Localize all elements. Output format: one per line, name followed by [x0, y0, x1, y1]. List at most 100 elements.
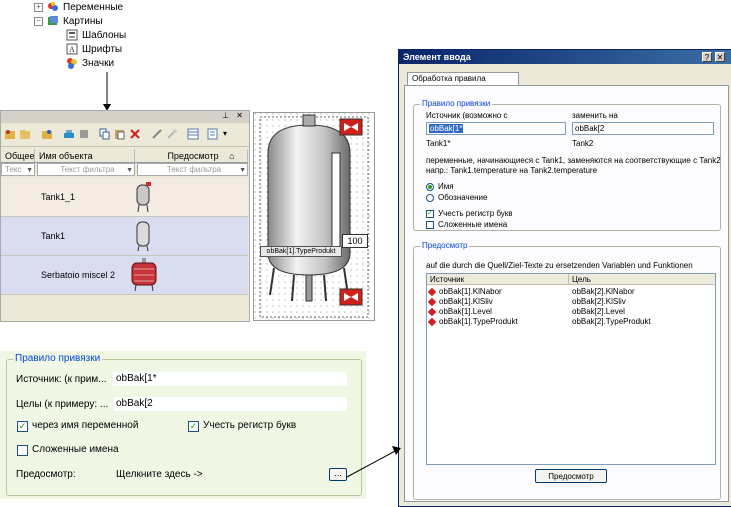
filter-icon[interactable]: ▼ — [26, 165, 33, 177]
level-value[interactable]: 100 — [342, 234, 368, 248]
target-field[interactable]: obBak[2 — [113, 397, 347, 411]
filter-icon[interactable]: ▼ — [239, 165, 246, 177]
tree-item-pictures[interactable]: − Картины — [34, 14, 103, 28]
preview-button[interactable]: Предосмотр — [535, 469, 607, 483]
radio-designation[interactable] — [426, 194, 434, 202]
connector-arrow — [346, 446, 401, 478]
preview-group: Предосмотр auf die durch die Quell/Ziel-… — [413, 241, 721, 500]
tab-binding-rule[interactable]: Обработка правила привязки — [407, 72, 519, 95]
variable-icon — [427, 297, 437, 307]
tab-page: Правило привязки Источник (возможно с за… — [404, 85, 729, 502]
list-item-source: obBak[1].TypeProdukt — [439, 317, 518, 326]
wand-icon[interactable] — [166, 128, 178, 140]
delete-icon[interactable] — [129, 128, 141, 140]
target-label: Целы (к примеру: ... — [16, 399, 109, 410]
filter-object-name[interactable]: Текст фильтра ▼ — [37, 163, 135, 176]
list-item[interactable]: obBak[1].TypeProdukt — [427, 317, 518, 327]
column-general[interactable]: Общее — [1, 149, 35, 163]
svg-text:A: A — [69, 45, 75, 54]
filter-text: Текс — [5, 165, 22, 174]
column-preview[interactable]: Предосмотр ⌂ — [135, 149, 248, 163]
table-row[interactable]: Tank1 — [1, 217, 248, 256]
source-field[interactable]: obBak[1* — [113, 372, 347, 386]
list-header-source[interactable]: Источник — [427, 274, 569, 285]
tree-item-variables[interactable]: + Переменные — [34, 0, 123, 14]
column-preview-label: Предосмотр — [167, 151, 219, 161]
source-hint: Tank1* — [426, 139, 451, 148]
preview-label: Предосмотр: — [16, 469, 76, 480]
variables-icon — [47, 1, 59, 13]
tree-item-templates[interactable]: Шаблоны — [66, 28, 126, 42]
replace-label: заменить на — [572, 111, 618, 120]
copy-icon[interactable] — [99, 128, 111, 140]
tag-label[interactable]: obBak[1].TypeProdukt — [260, 246, 342, 257]
brush-icon[interactable] — [151, 128, 163, 140]
filter-preview[interactable]: Текст фильтра ▼ — [137, 163, 248, 176]
rename-icon[interactable] — [78, 128, 90, 140]
tree-item-fonts[interactable]: A Шрифты — [66, 42, 122, 56]
filter-general[interactable]: Текс ▼ — [1, 163, 35, 176]
tank-thumbnail — [136, 221, 150, 252]
column-object-name[interactable]: Имя объекта — [35, 149, 135, 163]
paste-icon[interactable] — [114, 128, 126, 140]
pin-icon[interactable]: ⊥ — [222, 111, 229, 120]
close-icon[interactable]: ✕ — [236, 111, 243, 120]
new-object-icon[interactable] — [4, 128, 16, 140]
list-item[interactable]: obBak[1].KlSliv — [427, 297, 493, 307]
tank-preview: obBak[1].TypeProdukt 100 — [253, 112, 375, 321]
variable-icon — [427, 307, 437, 317]
open-object-icon[interactable] — [41, 128, 53, 140]
check-compound-label: Сложенные имена — [32, 444, 119, 455]
connector-arrow — [103, 72, 111, 111]
tank-graphic — [254, 113, 374, 320]
templates-icon — [66, 29, 78, 41]
radio-name-label: Имя — [438, 182, 454, 191]
filter-text: Текст фильтра — [166, 165, 222, 174]
binding-rule-panel: Правило привязки Источник: (к прим... ob… — [0, 351, 366, 499]
preview-group-title: Предосмотр — [420, 241, 470, 250]
table-row[interactable]: Tank1_1 — [1, 178, 248, 217]
list-item-target: obBak[2].Level — [572, 307, 625, 316]
tree-item-label: Шрифты — [82, 43, 123, 55]
object-name: Tank1 — [41, 231, 66, 241]
mixer-thumbnail — [131, 258, 157, 292]
filter-text: Текст фильтра — [60, 165, 115, 174]
check-compound-names[interactable] — [17, 445, 28, 456]
list-item[interactable]: obBak[1].Level — [427, 307, 492, 317]
check-var-name-label: через имя переменной — [32, 420, 139, 431]
collapse-icon[interactable]: − — [34, 16, 43, 26]
rule-group: Правило привязки Источник (возможно с за… — [413, 99, 721, 231]
check-case-sensitive[interactable]: ✓ — [188, 421, 199, 432]
list-item-target: obBak[2].KlSliv — [572, 297, 626, 306]
view-options-icon[interactable] — [207, 128, 219, 140]
check-var-name[interactable]: ✓ — [17, 421, 28, 432]
expand-icon[interactable]: + — [34, 2, 43, 12]
grid-empty-area — [1, 296, 248, 321]
folder-icon[interactable] — [19, 128, 31, 140]
preview-list[interactable]: Источник Цель obBak[1].KlNabor obBak[2].… — [426, 273, 716, 465]
close-button[interactable]: ✕ — [715, 52, 725, 62]
filter-icon[interactable]: ▼ — [126, 165, 133, 177]
check-case-sensitive[interactable]: ✓ — [426, 210, 434, 218]
table-row[interactable]: Serbatoio miscel 2 — [1, 256, 248, 295]
preview-hint: Щелкните здесь -> — [116, 469, 203, 480]
chevron-down-icon[interactable]: ▾ — [223, 129, 227, 138]
help-button[interactable]: ? — [702, 52, 712, 62]
source-label: Источник: (к прим... — [16, 374, 107, 385]
list-header-target[interactable]: Цель — [569, 274, 715, 285]
preview-description: auf die durch die Quell/Ziel-Texte zu er… — [426, 261, 693, 270]
list-item-source: obBak[1].Level — [439, 307, 492, 316]
source-input[interactable]: obBak[1* — [426, 122, 566, 135]
tree-item-icons[interactable]: Значки — [66, 56, 114, 70]
list-item-source: obBak[1].KlSliv — [439, 297, 493, 306]
check-compound-names[interactable] — [426, 221, 434, 229]
replace-input[interactable]: obBak[2 — [572, 122, 714, 135]
list-item[interactable]: obBak[1].KlNabor — [427, 287, 502, 297]
object-name: Serbatoio miscel 2 — [41, 270, 116, 280]
table-view-icon[interactable] — [187, 128, 199, 140]
edit-icon[interactable] — [63, 128, 75, 140]
panel-caption: ⊥ ✕ — [1, 111, 249, 123]
project-tree: + Переменные − Картины Шаблоны A Шрифты … — [30, 0, 160, 78]
radio-name[interactable] — [426, 183, 434, 191]
list-item-target: obBak[2].TypeProdukt — [572, 317, 651, 326]
